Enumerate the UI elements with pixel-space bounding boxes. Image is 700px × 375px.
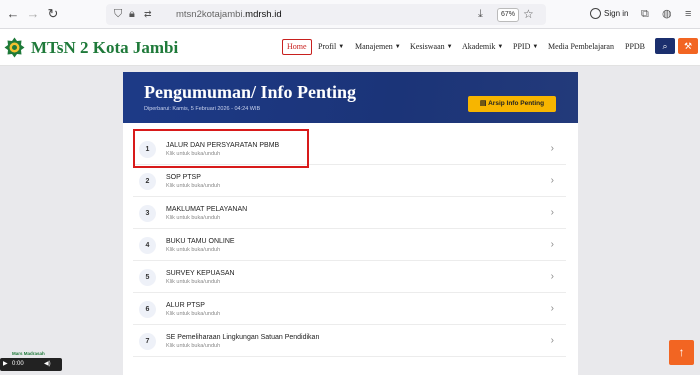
item-number: 3	[139, 205, 156, 222]
caret-down-icon: ▼	[394, 44, 401, 50]
url-text[interactable]: mtsn2kotajambi.mdrsh.id	[176, 8, 282, 21]
page-banner: Pengumuman/ Info Penting Diperbarui: Kam…	[123, 72, 578, 123]
caret-down-icon: ▼	[532, 44, 539, 50]
nav-akademik[interactable]: Akademik ▼	[462, 40, 503, 54]
list-item[interactable]: 2 SOP PTSP Klik untuk buka/unduh ›	[133, 165, 566, 197]
list-item[interactable]: 5 SURVEY KEPUASAN Klik untuk buka/unduh …	[133, 261, 566, 293]
chevron-right-icon[interactable]: ›	[551, 239, 554, 251]
download-page-icon[interactable]: ⤓	[478, 6, 483, 22]
archive-button[interactable]: ▤ Arsip Info Penting	[468, 96, 556, 112]
chevron-right-icon[interactable]: ›	[551, 303, 554, 315]
list-item[interactable]: 6 ALUR PTSP Klik untuk buka/unduh ›	[133, 293, 566, 325]
item-number: 5	[139, 269, 156, 286]
chevron-right-icon[interactable]: ›	[551, 175, 554, 187]
zoom-level[interactable]: 67%	[497, 8, 519, 22]
nav-ppid[interactable]: PPID ▼	[513, 40, 538, 54]
nav-home[interactable]: Home	[282, 39, 312, 55]
item-subtitle: Klik untuk buka/unduh	[166, 215, 221, 221]
item-title[interactable]: ALUR PTSP	[166, 301, 205, 310]
site-header: MTsN 2 Kota Jambi Home Profil ▼ Manajemen…	[0, 29, 700, 66]
chevron-right-icon[interactable]: ›	[551, 207, 554, 219]
item-title[interactable]: SURVEY KEPUASAN	[166, 269, 235, 278]
archive-icon: ▤	[479, 100, 487, 107]
item-subtitle: Klik untuk buka/unduh	[166, 279, 221, 285]
back-arrow-icon[interactable]: ←	[5, 6, 21, 22]
caret-down-icon: ▼	[338, 44, 345, 50]
lock-icon[interactable]: 🔒︎	[129, 7, 135, 21]
list-item[interactable]: 4 BUKU TAMU ONLINE Klik untuk buka/unduh…	[133, 229, 566, 261]
item-title[interactable]: BUKU TAMU ONLINE	[166, 237, 235, 246]
wrench-icon[interactable]: ⚒	[678, 38, 698, 54]
info-panel: Pengumuman/ Info Penting Diperbarui: Kam…	[123, 72, 578, 375]
item-subtitle: Klik untuk buka/unduh	[166, 247, 221, 253]
item-title[interactable]: SOP PTSP	[166, 173, 201, 182]
chevron-right-icon[interactable]: ›	[551, 335, 554, 347]
list-item[interactable]: 3 MAKLUMAT PELAYANAN Klik untuk buka/und…	[133, 197, 566, 229]
shield-icon[interactable]: ⛉	[114, 7, 122, 21]
permissions-icon[interactable]: ⇄	[144, 7, 152, 21]
highlight-box	[133, 129, 309, 168]
site-title[interactable]: MTsN 2 Kota Jambi	[31, 37, 178, 58]
caret-down-icon: ▼	[497, 44, 504, 50]
account-icon	[590, 8, 601, 20]
nav-profil[interactable]: Profil ▼	[318, 40, 344, 54]
search-icon[interactable]: ⌕	[655, 38, 675, 54]
globe-icon[interactable]: ◍	[662, 6, 672, 22]
item-number: 4	[139, 237, 156, 254]
scroll-top-button[interactable]: ↑	[669, 340, 694, 365]
menu-icon[interactable]: ≡	[685, 6, 691, 22]
nav-ppdb[interactable]: PPDB	[625, 40, 645, 54]
madrasah-logo[interactable]	[4, 37, 25, 58]
play-icon[interactable]: ▶	[3, 358, 8, 371]
item-title[interactable]: SE Pemeliharaan Lingkungan Satuan Pendid…	[166, 333, 319, 342]
nav-media-pembelajaran[interactable]: Media Pembelajaran	[548, 40, 614, 54]
media-title: Mars Madrasah	[12, 351, 45, 356]
updated-timestamp: Diperbarui: Kamis, 5 Februari 2026 - 04:…	[144, 106, 261, 112]
bookmark-star-icon[interactable]: ☆	[523, 7, 534, 21]
sign-in-button[interactable]: Sign in	[590, 7, 628, 21]
reload-icon[interactable]: ↻	[45, 6, 61, 22]
item-subtitle: Klik untuk buka/unduh	[166, 183, 221, 189]
forward-arrow-icon[interactable]: →	[25, 6, 41, 22]
chevron-right-icon[interactable]: ›	[551, 143, 554, 155]
audio-player[interactable]: ▶ 0:00 ◀︎)	[0, 358, 62, 371]
caret-down-icon: ▼	[446, 44, 453, 50]
extensions-icon[interactable]: ⧉	[641, 6, 649, 22]
nav-manajemen[interactable]: Manajemen ▼	[355, 40, 401, 54]
arrow-up-icon: ↑	[678, 345, 685, 359]
item-subtitle: Klik untuk buka/unduh	[166, 343, 221, 349]
browser-toolbar: ← → ↻ ⛉ 🔒︎ ⇄ mtsn2kotajambi.mdrsh.id ⤓ 6…	[0, 0, 700, 29]
item-subtitle: Klik untuk buka/unduh	[166, 311, 221, 317]
list-item[interactable]: 7 SE Pemeliharaan Lingkungan Satuan Pend…	[133, 325, 566, 357]
item-number: 2	[139, 173, 156, 190]
item-number: 6	[139, 301, 156, 318]
item-title[interactable]: MAKLUMAT PELAYANAN	[166, 205, 247, 214]
nav-kesiswaan[interactable]: Kesiswaan ▼	[410, 40, 453, 54]
chevron-right-icon[interactable]: ›	[551, 271, 554, 283]
volume-icon[interactable]: ◀︎)	[44, 358, 51, 371]
item-number: 7	[139, 333, 156, 350]
media-time: 0:00	[12, 361, 24, 367]
page-title: Pengumuman/ Info Penting	[144, 82, 357, 102]
